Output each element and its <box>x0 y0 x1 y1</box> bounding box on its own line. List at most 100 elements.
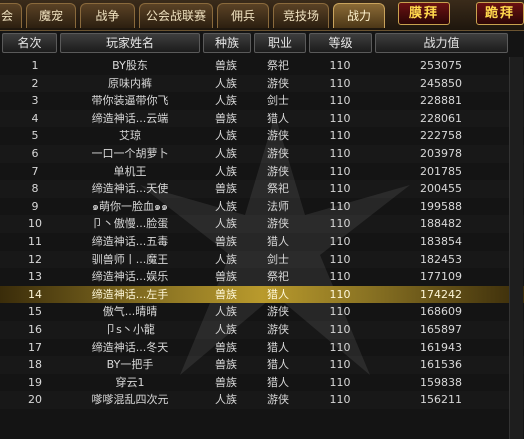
header-rank[interactable]: 名次 <box>2 33 57 53</box>
row-job: 游侠 <box>267 146 289 160</box>
row-job: 游侠 <box>267 393 289 407</box>
row-job: 猎人 <box>267 358 289 372</box>
row-race: 人族 <box>215 217 237 231</box>
table-row[interactable]: 10 卩丶傲慢...脸蛋 人族 游侠 110 188482 <box>0 215 524 233</box>
row-job: 猎人 <box>267 375 289 389</box>
row-level: 110 <box>329 182 351 196</box>
row-race: 人族 <box>215 252 237 266</box>
row-power: 174242 <box>420 287 462 301</box>
table-row[interactable]: 16 卩s丶小龍 人族 游侠 110 165897 <box>0 321 524 339</box>
row-race: 兽族 <box>215 111 237 125</box>
row-job: 祭祀 <box>267 182 289 196</box>
row-name: 缔造神话...天使 <box>91 182 169 196</box>
row-power: 222758 <box>420 129 462 143</box>
row-name: 缔造神话...左手 <box>91 287 169 301</box>
table-row[interactable]: 4 缔造神话...云端 兽族 猎人 110 228061 <box>0 110 524 128</box>
row-name: 嗲嗲混乱四次元 <box>91 393 169 407</box>
header-player-name[interactable]: 玩家姓名 <box>60 33 200 53</box>
row-name: 艾琼 <box>119 129 141 143</box>
row-level: 110 <box>329 164 351 178</box>
row-job: 游侠 <box>267 305 289 319</box>
table-header: 名次 玩家姓名 种族 职业 等级 战力值 <box>0 32 524 54</box>
row-race: 兽族 <box>215 234 237 248</box>
scrollbar[interactable] <box>509 57 523 439</box>
row-name: BY股东 <box>112 59 148 72</box>
row-name: 缔造神话...冬天 <box>91 340 169 354</box>
table-row[interactable]: 1 BY股东 兽族 祭祀 110 253075 <box>0 57 524 75</box>
table-row[interactable]: 17 缔造神话...冬天 兽族 猎人 110 161943 <box>0 339 524 357</box>
row-level: 110 <box>329 129 351 143</box>
row-race: 人族 <box>215 164 237 178</box>
row-name: 带你装逼带你飞 <box>91 94 169 108</box>
row-race: 人族 <box>215 94 237 108</box>
tab-war[interactable]: 战争 <box>80 3 135 28</box>
row-power: 245850 <box>420 76 462 90</box>
table-row[interactable]: 15 傲气...晴晴 人族 游侠 110 168609 <box>0 303 524 321</box>
table-row[interactable]: 8 缔造神话...天使 兽族 祭祀 110 200455 <box>0 180 524 198</box>
row-level: 110 <box>329 146 351 160</box>
row-power: 165897 <box>420 322 462 336</box>
row-power: 200455 <box>420 182 462 196</box>
tab-arena[interactable]: 竞技场 <box>273 3 329 28</box>
table-row[interactable]: 3 带你装逼带你飞 人族 剑士 110 228881 <box>0 92 524 110</box>
header-level[interactable]: 等级 <box>309 33 372 53</box>
row-race: 兽族 <box>215 287 237 301</box>
row-race: 兽族 <box>215 375 237 389</box>
table-row[interactable]: 13 缔造神话...娱乐 兽族 祭祀 110 177109 <box>0 268 524 286</box>
row-name: 缔造神话...云端 <box>91 111 169 125</box>
row-name: BY一把手 <box>106 358 154 372</box>
table-row[interactable]: 7 单机王 人族 游侠 110 201785 <box>0 163 524 181</box>
tab-guild-war-league[interactable]: 公会战联赛 <box>139 3 213 28</box>
table-row[interactable]: 12 驯兽师丨...魔王 人族 剑士 110 182453 <box>0 251 524 269</box>
row-level: 110 <box>329 76 351 90</box>
row-power: 199588 <box>420 199 462 213</box>
row-power: 161943 <box>420 340 462 354</box>
row-power: 183854 <box>420 234 462 248</box>
row-job: 猎人 <box>267 111 289 125</box>
tab-pets[interactable]: 魔宠 <box>26 3 76 28</box>
table-row[interactable]: 19 穿云1 兽族 猎人 110 159838 <box>0 374 524 392</box>
tab-guild[interactable]: 会 <box>0 3 22 28</box>
row-power: 156211 <box>420 393 462 407</box>
row-level: 110 <box>329 59 351 72</box>
table-row[interactable]: 2 原味内裤 人族 游侠 110 245850 <box>0 75 524 93</box>
header-race[interactable]: 种族 <box>203 33 251 53</box>
row-power: 228061 <box>420 111 462 125</box>
row-race: 兽族 <box>215 340 237 354</box>
table-row[interactable]: 6 一口一个胡萝卜 人族 游侠 110 203978 <box>0 145 524 163</box>
row-level: 110 <box>329 305 351 319</box>
row-power: 201785 <box>420 164 462 178</box>
tab-combat-power[interactable]: 战力 <box>333 3 385 28</box>
table-row[interactable]: 5 艾琼 人族 游侠 110 222758 <box>0 127 524 145</box>
row-level: 110 <box>329 199 351 213</box>
table-row[interactable]: 20 嗲嗲混乱四次元 人族 游侠 110 156211 <box>0 391 524 409</box>
table-row[interactable]: 9 ๑萌你一脸血๑๑ 人族 法师 110 199588 <box>0 198 524 216</box>
row-power: 253075 <box>420 59 462 72</box>
row-level: 110 <box>329 270 351 284</box>
row-power: 177109 <box>420 270 462 284</box>
row-level: 110 <box>329 217 351 231</box>
tab-mercenary[interactable]: 佣兵 <box>217 3 269 28</box>
row-race: 人族 <box>215 76 237 90</box>
row-power: 203978 <box>420 146 462 160</box>
table-row[interactable]: 18 BY一把手 兽族 猎人 110 161536 <box>0 356 524 374</box>
row-level: 110 <box>329 252 351 266</box>
row-name: 缔造神话...五毒 <box>91 234 169 248</box>
table-row[interactable]: 11 缔造神话...五毒 兽族 猎人 110 183854 <box>0 233 524 251</box>
row-race: 人族 <box>215 199 237 213</box>
ranking-list: 1 BY股东 兽族 祭祀 110 253075 2 原味内裤 人族 游侠 110 245850 3 带你装… <box>0 57 524 409</box>
table-row[interactable]: 14 缔造神话...左手 兽族 猎人 110 174242 <box>0 285 524 304</box>
kneel-button[interactable]: 跪拜 <box>476 2 524 25</box>
row-job: 游侠 <box>267 76 289 90</box>
worship-button[interactable]: 膜拜 <box>398 2 450 25</box>
row-job: 剑士 <box>267 252 289 266</box>
row-level: 110 <box>329 94 351 108</box>
row-job: 法师 <box>267 199 289 213</box>
tab-bar: 会 魔宠 战争 公会战联赛 佣兵 竞技场 战力 膜拜 跪拜 <box>0 0 524 31</box>
row-race: 人族 <box>215 393 237 407</box>
header-job[interactable]: 职业 <box>254 33 306 53</box>
row-power: 168609 <box>420 305 462 319</box>
row-job: 猎人 <box>267 287 289 301</box>
header-combat-power[interactable]: 战力值 <box>375 33 508 53</box>
row-race: 人族 <box>215 129 237 143</box>
